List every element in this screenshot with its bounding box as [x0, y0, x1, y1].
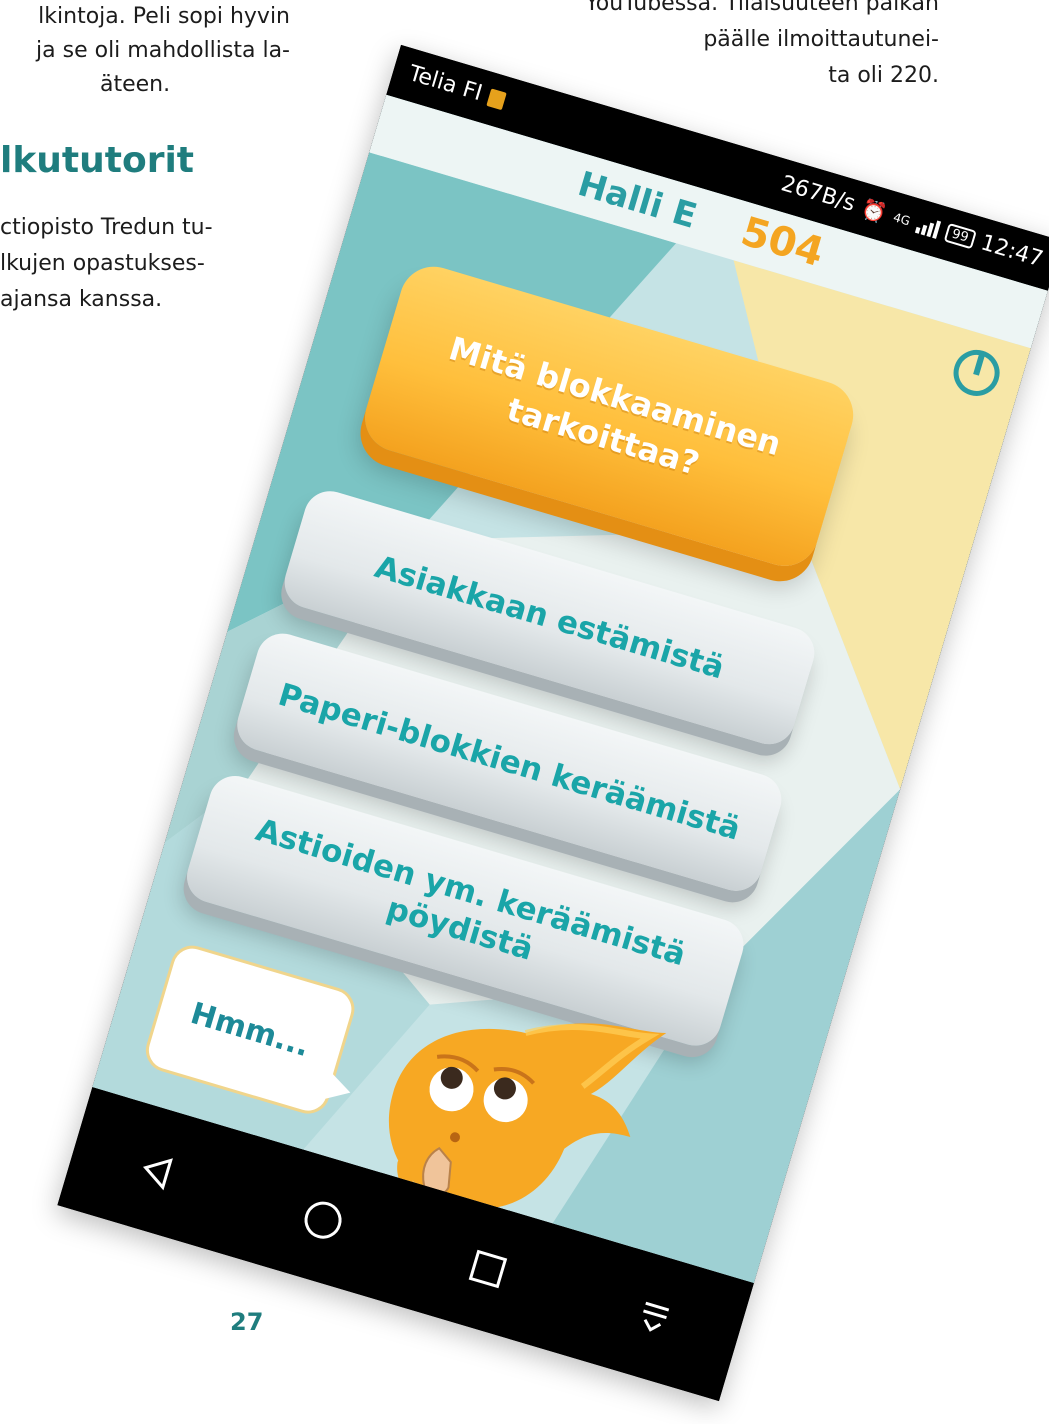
- text-line: lkujen opastukses-: [0, 251, 205, 276]
- text-line: ja se oli mahdollista la-: [36, 38, 290, 63]
- alarm-icon: ⏰: [858, 195, 890, 226]
- clock: 12:47: [977, 230, 1046, 273]
- back-icon[interactable]: [126, 1140, 188, 1202]
- text-line: päälle ilmoittautunei-: [703, 27, 939, 52]
- sim-icon: [486, 87, 507, 110]
- carrier-label: Telia FI: [405, 60, 485, 107]
- text-line: äteen.: [100, 72, 171, 97]
- section-heading: lkututorit: [0, 140, 194, 181]
- signal-icon: [915, 215, 942, 239]
- left-column-text: ctiopisto Tredun tu- lkujen opastukses- …: [0, 210, 270, 318]
- right-column-text: YouTubessa. Tilaisuuteen paikan päälle i…: [479, 0, 939, 94]
- page-number: 27: [230, 1308, 264, 1336]
- network-type: 4G: [891, 209, 912, 228]
- text-line: YouTubessa. Tilaisuuteen paikan: [585, 0, 939, 16]
- speech-bubble-text: Hmm...: [186, 995, 314, 1064]
- text-line: ctiopisto Tredun tu-: [0, 215, 213, 240]
- text-line: ajansa kanssa.: [0, 287, 163, 312]
- left-column-top-text: lkintoja. Peli sopi hyvin ja se oli mahd…: [0, 0, 290, 102]
- home-icon[interactable]: [292, 1189, 354, 1251]
- recents-icon[interactable]: [457, 1238, 519, 1300]
- battery-icon: 99: [943, 222, 977, 250]
- magazine-page: lkintoja. Peli sopi hyvin ja se oli mahd…: [0, 0, 1049, 1424]
- network-speed: 267B/s: [778, 171, 859, 217]
- text-line: lkintoja. Peli sopi hyvin: [38, 4, 290, 29]
- notification-pull-icon[interactable]: [623, 1287, 685, 1349]
